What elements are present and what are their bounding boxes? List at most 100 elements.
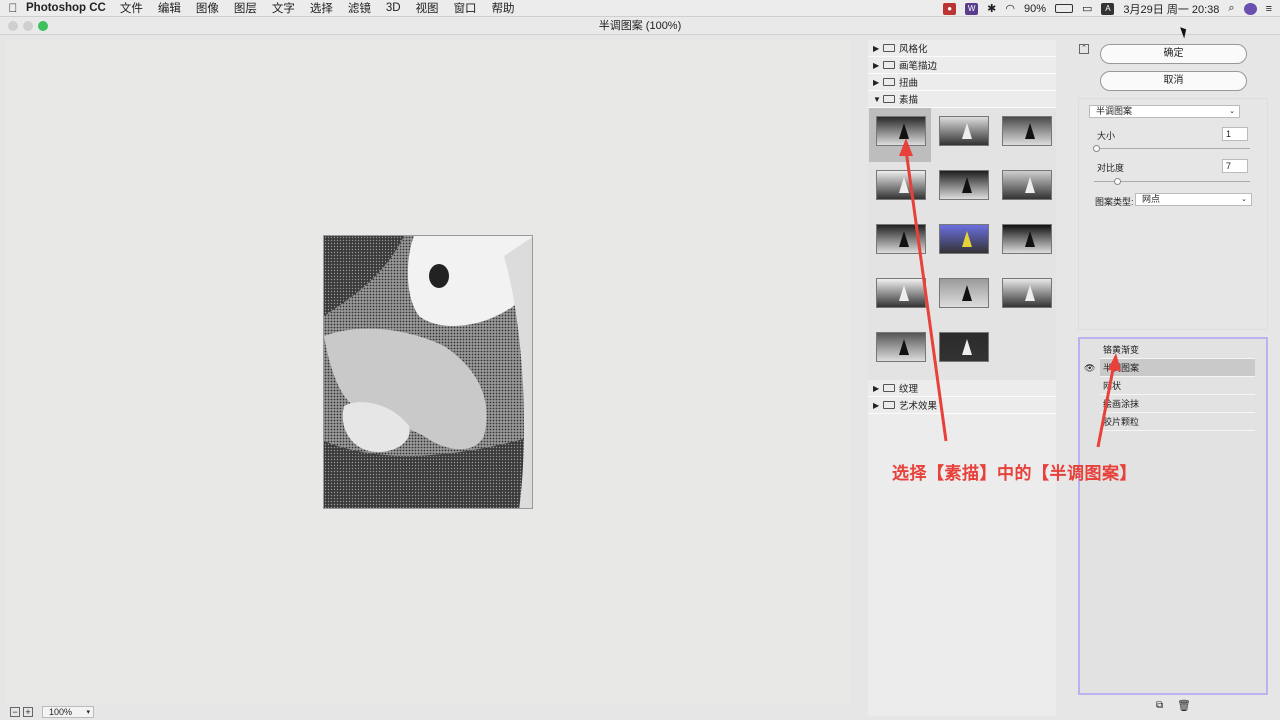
folder-icon xyxy=(883,78,895,86)
folder-icon xyxy=(883,44,895,52)
close-button[interactable] xyxy=(8,21,18,31)
battery-icon[interactable] xyxy=(1055,4,1073,13)
folder-sketch[interactable]: ▼ 素描 xyxy=(868,91,1056,108)
disclosure-right-icon: ▶ xyxy=(873,383,880,393)
chevron-down-icon: ⌄ xyxy=(1241,196,1247,203)
filter-thumbnail[interactable] xyxy=(876,332,926,362)
zoom-button[interactable] xyxy=(38,21,48,31)
filter-thumbnail[interactable] xyxy=(1002,224,1052,254)
contrast-input[interactable]: 7 xyxy=(1222,159,1248,173)
filter-thumbnail[interactable] xyxy=(939,116,989,146)
search-icon[interactable]: ⌕ xyxy=(1228,2,1234,15)
disclosure-right-icon: ▶ xyxy=(873,400,880,410)
display-icon[interactable]: ▭ xyxy=(1082,2,1092,15)
effect-layer-item[interactable]: 铬黄渐变 xyxy=(1100,341,1255,359)
annotation-text: 选择【素描】中的【半调图案】 xyxy=(892,464,1137,483)
filter-thumbnail[interactable] xyxy=(1002,170,1052,200)
filter-thumbnail[interactable] xyxy=(939,224,989,254)
chevron-down-icon: ▾ xyxy=(86,709,90,716)
size-slider-track[interactable] xyxy=(1094,148,1250,149)
menu-3d[interactable]: 3D xyxy=(386,2,401,14)
sailboat-icon xyxy=(899,123,909,139)
folder-texture[interactable]: ▶ 纹理 xyxy=(868,380,1056,397)
menu-edit[interactable]: 编辑 xyxy=(158,0,181,16)
minimize-button[interactable] xyxy=(23,21,33,31)
filter-select[interactable]: 半调图案 ⌄ xyxy=(1089,105,1240,118)
menu-layer[interactable]: 图层 xyxy=(234,0,257,16)
folder-brush-strokes[interactable]: ▶ 画笔描边 xyxy=(868,57,1056,74)
effect-layer-item-active[interactable]: 半调图案 xyxy=(1100,359,1255,377)
effect-layer-item[interactable]: 网状 xyxy=(1100,377,1255,395)
app-menu[interactable]: Photoshop CC xyxy=(26,2,106,14)
siri-icon[interactable] xyxy=(1243,2,1257,15)
eye-icon[interactable]: 👁 xyxy=(1084,363,1095,374)
sailboat-icon xyxy=(899,231,909,247)
effect-layer-item[interactable]: 绘画涂抹 xyxy=(1100,395,1255,413)
apple-icon[interactable]:  xyxy=(0,1,26,15)
filter-thumbnail[interactable] xyxy=(1002,278,1052,308)
menu-window[interactable]: 窗口 xyxy=(454,0,477,16)
filter-thumbnail[interactable] xyxy=(876,170,926,200)
folder-icon xyxy=(883,401,895,409)
sailboat-icon xyxy=(1025,177,1035,193)
folder-distort[interactable]: ▶ 扭曲 xyxy=(868,74,1056,91)
filter-thumbnail[interactable] xyxy=(939,332,989,362)
menu-bar:  Photoshop CC 文件 编辑 图像 图层 文字 选择 滤镜 3D 视… xyxy=(0,0,1280,17)
menu-filter[interactable]: 滤镜 xyxy=(348,0,371,16)
filter-thumbnail[interactable] xyxy=(876,278,926,308)
menu-file[interactable]: 文件 xyxy=(120,0,143,16)
effect-layer-item[interactable]: 胶片颗粒 xyxy=(1100,413,1255,431)
folder-icon xyxy=(883,61,895,69)
bluetooth-icon[interactable]: ✱ xyxy=(987,2,996,15)
zoom-in-button[interactable]: + xyxy=(23,707,33,717)
new-layer-icon[interactable]: ⧉ xyxy=(1156,700,1163,711)
folder-stylize[interactable]: ▶ 风格化 xyxy=(868,40,1056,57)
menu-select[interactable]: 选择 xyxy=(310,0,333,16)
input-source-icon[interactable]: A xyxy=(1101,2,1115,15)
cancel-button[interactable]: 取消 xyxy=(1100,71,1247,91)
menu-view[interactable]: 视图 xyxy=(416,0,439,16)
sketch-thumbnails xyxy=(868,108,1056,380)
filter-thumbnail[interactable] xyxy=(939,278,989,308)
disclosure-right-icon: ▶ xyxy=(873,60,880,70)
sailboat-icon xyxy=(899,339,909,355)
folder-artistic[interactable]: ▶ 艺术效果 xyxy=(868,397,1056,414)
thumbnail-halftone-pattern[interactable] xyxy=(876,116,926,146)
zoom-out-button[interactable]: − xyxy=(10,707,20,717)
menu-help[interactable]: 帮助 xyxy=(492,0,515,16)
disclosure-right-icon: ▶ xyxy=(873,77,880,87)
clock[interactable]: 3月29日 周一 20:38 xyxy=(1123,1,1219,17)
size-slider-knob[interactable] xyxy=(1093,145,1100,152)
battery-percent: 90% xyxy=(1023,2,1046,15)
disclosure-down-icon: ▼ xyxy=(873,94,881,104)
app-status-icon[interactable]: ● xyxy=(943,2,957,15)
ok-button[interactable]: 确定 xyxy=(1100,44,1247,64)
sailboat-icon xyxy=(962,285,972,301)
contrast-slider-knob[interactable] xyxy=(1114,178,1121,185)
pattern-type-select[interactable]: 网点 ⌄ xyxy=(1135,193,1252,206)
pattern-type-label: 图案类型: xyxy=(1095,197,1134,207)
zoom-select[interactable]: 100% ▾ xyxy=(42,706,94,718)
w-icon[interactable]: W xyxy=(965,2,979,15)
status-bar: − + 100% ▾ xyxy=(0,704,860,720)
size-input[interactable]: 1 xyxy=(1222,127,1248,141)
sailboat-icon xyxy=(1025,231,1035,247)
sailboat-icon xyxy=(899,285,909,301)
sailboat-icon xyxy=(962,339,972,355)
control-center-icon[interactable]: ≡ xyxy=(1266,3,1272,15)
preview-image xyxy=(323,235,533,509)
window-title: 半调图案 (100%) xyxy=(598,20,682,32)
filter-thumbnail[interactable] xyxy=(1002,116,1052,146)
disclosure-right-icon: ▶ xyxy=(873,43,880,53)
filter-thumbnail[interactable] xyxy=(939,170,989,200)
chevron-down-icon: ⌄ xyxy=(1229,108,1235,115)
wifi-icon[interactable]: ◠ xyxy=(1005,2,1015,15)
menu-image[interactable]: 图像 xyxy=(196,0,219,16)
trash-icon[interactable]: 🗑 xyxy=(1177,699,1191,712)
folder-icon xyxy=(883,384,895,392)
filter-thumbnail[interactable] xyxy=(876,224,926,254)
effect-layers-panel: 铬黄渐变 👁 半调图案 网状 绘画涂抹 胶片颗粒 xyxy=(1078,337,1268,695)
filter-settings: 确定 取消 半调图案 ⌄ 大小 1 对比度 7 图案类型: 网点 ⌄ xyxy=(1078,40,1268,330)
menu-type[interactable]: 文字 xyxy=(272,0,295,16)
folder-open-icon xyxy=(883,95,895,103)
